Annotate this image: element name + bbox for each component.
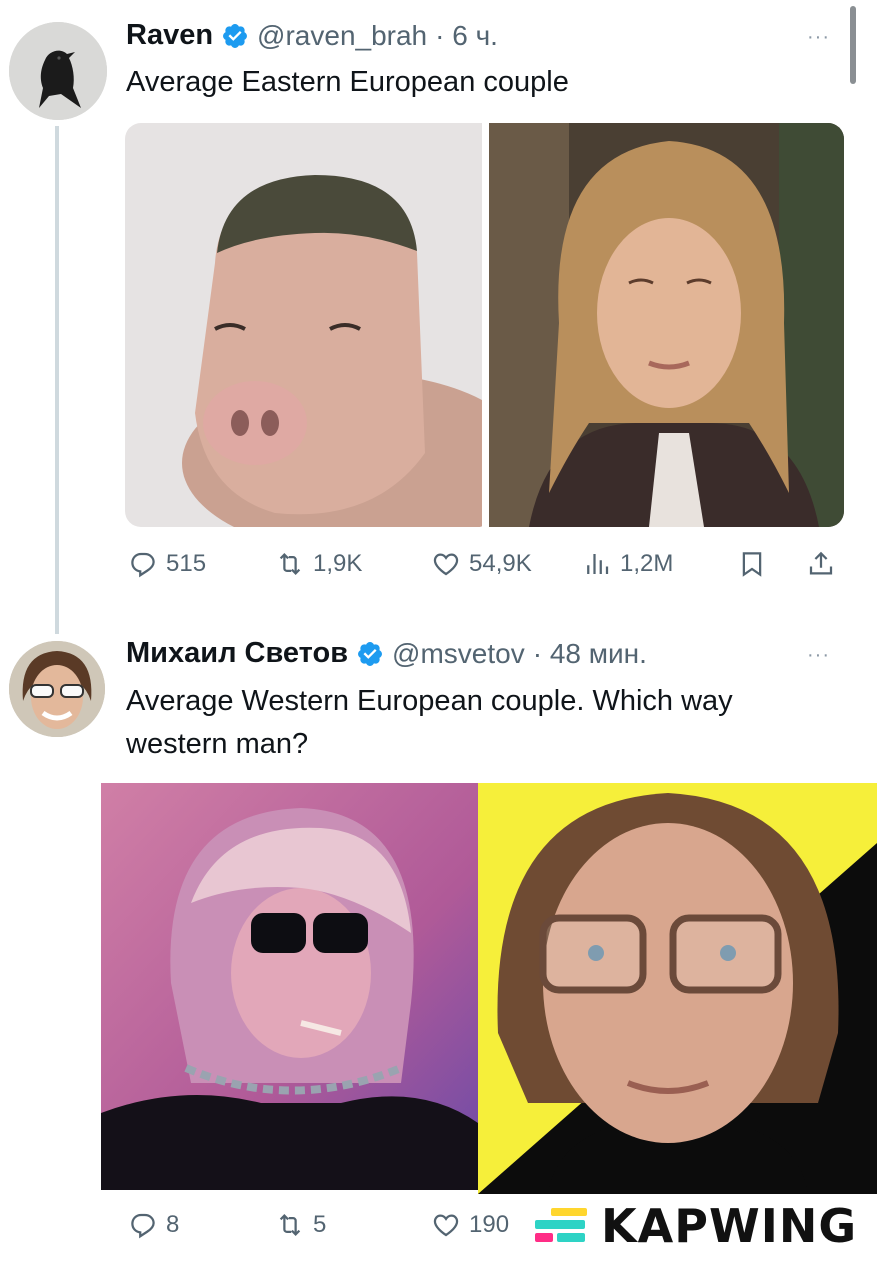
thread-line bbox=[55, 126, 59, 634]
reply-icon bbox=[131, 552, 155, 578]
avatar-mikhail[interactable] bbox=[9, 641, 105, 737]
verified-badge-icon bbox=[358, 641, 383, 666]
author-handle[interactable]: @msvetov bbox=[392, 638, 525, 670]
retweet-icon bbox=[279, 1214, 301, 1236]
media-image-woman[interactable] bbox=[489, 123, 844, 527]
tweet-text: Average Eastern European couple bbox=[126, 66, 569, 98]
media-image-glasses-man[interactable] bbox=[478, 783, 877, 1194]
retweet-icon bbox=[279, 553, 301, 575]
like-count: 54,9K bbox=[469, 550, 532, 577]
verified-badge-icon bbox=[223, 23, 248, 48]
views-count: 1,2M bbox=[620, 550, 674, 577]
reply-icon bbox=[131, 1213, 155, 1239]
reply-button[interactable]: 515 bbox=[128, 549, 206, 579]
reply-count: 8 bbox=[166, 1211, 180, 1238]
like-icon bbox=[433, 553, 459, 576]
retweet-count: 5 bbox=[313, 1211, 327, 1238]
bookmark-icon bbox=[742, 552, 762, 577]
media-image-pig[interactable] bbox=[125, 123, 482, 527]
media-image-sunglasses[interactable] bbox=[101, 783, 478, 1190]
views-button[interactable]: 1,2M bbox=[582, 549, 673, 579]
more-options-icon[interactable]: ··· bbox=[807, 644, 830, 667]
like-icon bbox=[433, 1214, 459, 1237]
like-button[interactable]: 54,9K bbox=[431, 549, 532, 579]
retweet-button[interactable]: 1,9K bbox=[275, 549, 362, 579]
kapwing-watermark: KAPWING bbox=[533, 1199, 857, 1253]
author-handle[interactable]: @raven_brah bbox=[257, 20, 427, 52]
scrollbar[interactable] bbox=[850, 6, 856, 84]
avatar-raven[interactable] bbox=[9, 22, 107, 120]
views-icon bbox=[587, 554, 609, 574]
tweet-time[interactable]: · 48 мин. bbox=[533, 638, 647, 670]
share-icon bbox=[809, 551, 833, 575]
kapwing-logo-icon bbox=[535, 1208, 587, 1242]
like-count: 190 bbox=[469, 1211, 510, 1238]
retweet-count: 1,9K bbox=[313, 550, 363, 577]
kapwing-text: KAPWING bbox=[601, 1199, 858, 1253]
bookmark-button[interactable] bbox=[737, 549, 767, 579]
like-button[interactable]: 190 bbox=[431, 1210, 509, 1240]
share-button[interactable] bbox=[806, 549, 836, 579]
tweet-text: Average Western European couple. Which w… bbox=[126, 685, 733, 760]
reply-button[interactable]: 8 bbox=[128, 1210, 179, 1240]
reply-count: 515 bbox=[166, 550, 207, 577]
author-name[interactable]: Михаил Светов bbox=[126, 637, 348, 670]
retweet-button[interactable]: 5 bbox=[275, 1210, 326, 1240]
author-name[interactable]: Raven bbox=[126, 19, 213, 52]
more-options-icon[interactable]: ··· bbox=[807, 26, 830, 49]
tweet-time[interactable]: · 6 ч. bbox=[435, 20, 498, 52]
